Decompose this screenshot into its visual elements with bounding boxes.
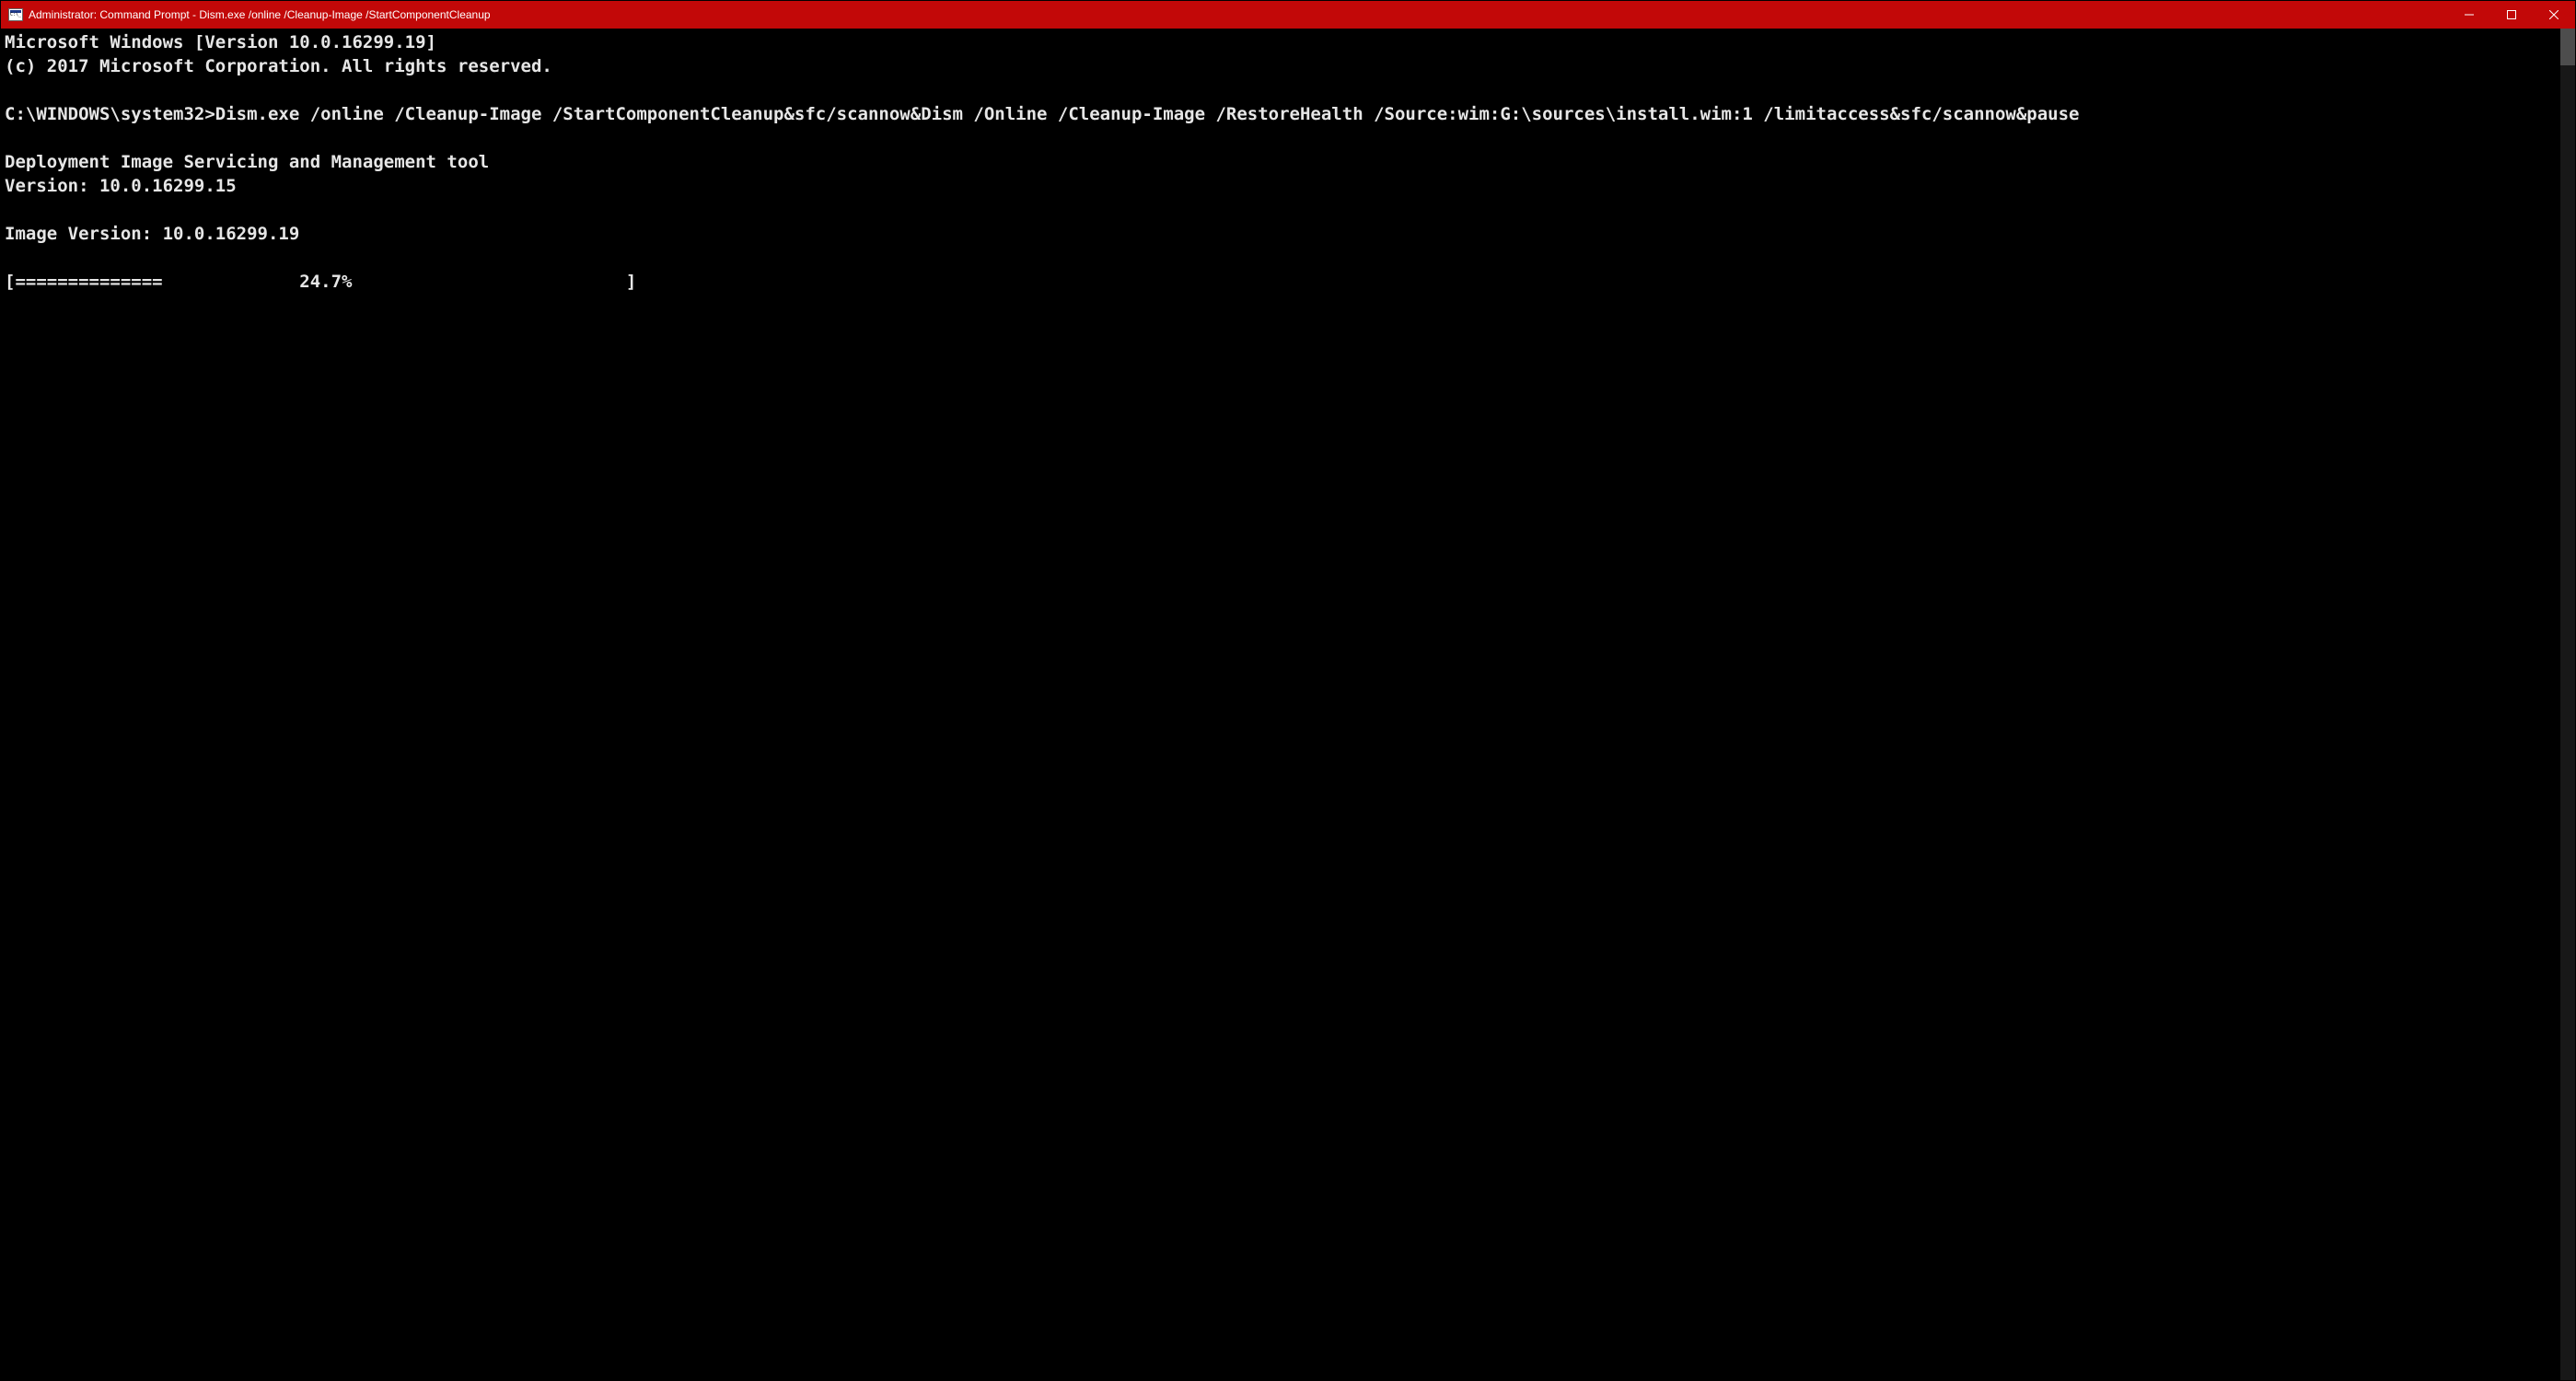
- line-prompt-command: C:\WINDOWS\system32>Dism.exe /online /Cl…: [5, 104, 2079, 124]
- close-icon: [2549, 10, 2559, 19]
- titlebar[interactable]: Administrator: Command Prompt - Dism.exe…: [1, 1, 2575, 29]
- line-windows-version: Microsoft Windows [Version 10.0.16299.19…: [5, 32, 436, 52]
- minimize-icon: [2465, 10, 2474, 19]
- cmd-icon: [8, 8, 23, 21]
- line-image-version: Image Version: 10.0.16299.19: [5, 224, 299, 244]
- window-controls: [2448, 1, 2575, 29]
- line-dism-title: Deployment Image Servicing and Managemen…: [5, 152, 489, 172]
- terminal-output[interactable]: Microsoft Windows [Version 10.0.16299.19…: [1, 29, 2560, 1380]
- vertical-scrollbar[interactable]: [2560, 29, 2575, 1380]
- scrollbar-thumb[interactable]: [2560, 29, 2575, 65]
- maximize-icon: [2507, 10, 2516, 19]
- line-copyright: (c) 2017 Microsoft Corporation. All righ…: [5, 56, 552, 76]
- minimize-button[interactable]: [2448, 1, 2490, 29]
- line-progress: [============== 24.7% ]: [5, 272, 647, 292]
- line-dism-version: Version: 10.0.16299.15: [5, 176, 237, 196]
- command-prompt-window: Administrator: Command Prompt - Dism.exe…: [0, 0, 2576, 1381]
- close-button[interactable]: [2533, 1, 2575, 29]
- window-title: Administrator: Command Prompt - Dism.exe…: [29, 8, 2448, 21]
- maximize-button[interactable]: [2490, 1, 2533, 29]
- client-area: Microsoft Windows [Version 10.0.16299.19…: [1, 29, 2575, 1380]
